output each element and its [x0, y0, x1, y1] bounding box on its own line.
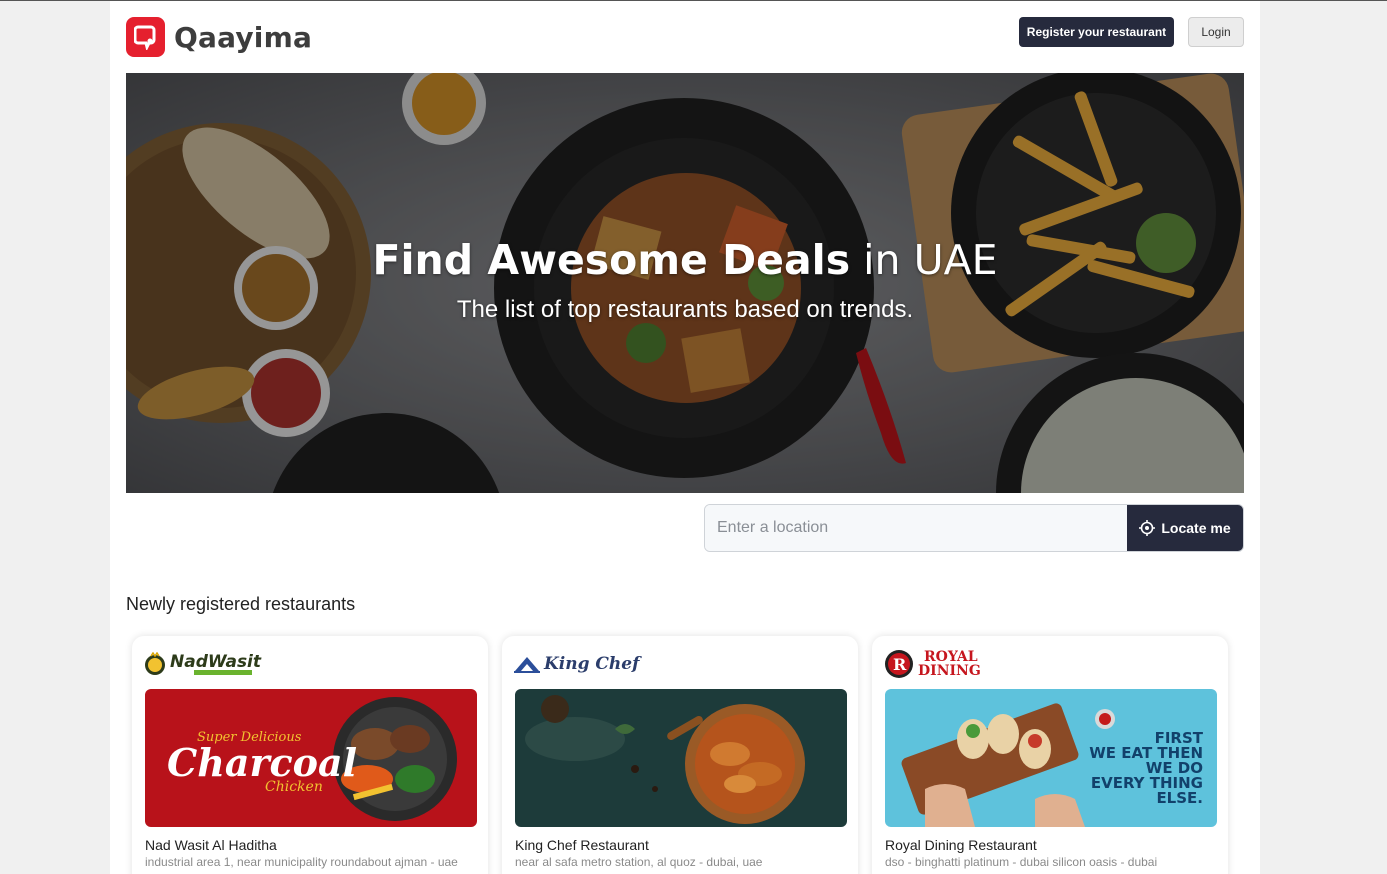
brand-name: Qaayima: [174, 20, 313, 54]
image-text-line2: Charcoal: [167, 740, 357, 785]
hero-title: Find Awesome Deals in UAE: [126, 236, 1244, 284]
location-input[interactable]: [705, 505, 1127, 551]
svg-text:R: R: [893, 655, 907, 674]
restaurant-image: [515, 689, 847, 827]
brand-underline: [194, 669, 252, 675]
hero-title-bold: Find Awesome Deals: [372, 236, 851, 284]
restaurant-address: industrial area 1, near municipality rou…: [145, 855, 458, 869]
restaurant-name[interactable]: Royal Dining Restaurant: [885, 837, 1037, 853]
restaurant-card[interactable]: King Chef King Chef Restaurant near al s…: [502, 636, 858, 874]
restaurant-logo: NadWasit: [144, 648, 261, 680]
register-restaurant-button[interactable]: Register your restaurant: [1019, 17, 1174, 47]
restaurant-address: near al safa metro station, al quoz - du…: [515, 855, 763, 869]
slogan-line: ELSE.: [1156, 789, 1203, 807]
restaurant-name[interactable]: Nad Wasit Al Haditha: [145, 837, 277, 853]
locate-me-button[interactable]: Locate me: [1127, 505, 1243, 551]
restaurant-card[interactable]: R ROYAL DINING FIRST WE EAT THEN WE DO E…: [872, 636, 1228, 874]
image-text-line3: Chicken: [265, 779, 323, 795]
section-title: Newly registered restaurants: [126, 594, 356, 614]
crosshair-icon: [1139, 520, 1156, 536]
locate-me-label: Locate me: [1161, 520, 1231, 536]
restaurant-brand: King Chef: [544, 654, 640, 674]
location-search: Locate me: [704, 504, 1244, 552]
nadwasit-logo-icon: [145, 652, 165, 675]
restaurant-logo: King Chef: [514, 648, 639, 680]
royal-dining-logo-icon: R: [885, 650, 913, 678]
kingchef-logo-icon: [514, 657, 540, 673]
restaurant-image: Super Delicious Charcoal Chicken: [145, 689, 477, 827]
restaurant-card[interactable]: NadWasit Super Delicious Charcoal Chicke…: [132, 636, 488, 874]
site-logo[interactable]: Qaayima: [126, 17, 312, 57]
restaurant-brand-line2: DINING: [918, 663, 981, 679]
restaurant-image: FIRST WE EAT THEN WE DO EVERY THING ELSE…: [885, 689, 1217, 827]
hero-title-rest: in UAE: [863, 236, 998, 284]
logo-icon: [126, 17, 165, 57]
hero-banner: Find Awesome Deals in UAE The list of to…: [126, 73, 1244, 493]
restaurant-brand-line1: ROYAL: [924, 649, 978, 665]
restaurant-address: dso - binghatti platinum - dubai silicon…: [885, 855, 1158, 869]
hero-subtitle: The list of top restaurants based on tre…: [456, 296, 914, 323]
restaurant-brand: NadWasit: [170, 651, 262, 672]
restaurant-name[interactable]: King Chef Restaurant: [515, 837, 649, 853]
login-button[interactable]: Login: [1188, 17, 1244, 47]
restaurant-logo: R ROYAL DINING: [884, 648, 981, 680]
page-container: Qaayima Register your restaurant Login F…: [110, 1, 1260, 874]
